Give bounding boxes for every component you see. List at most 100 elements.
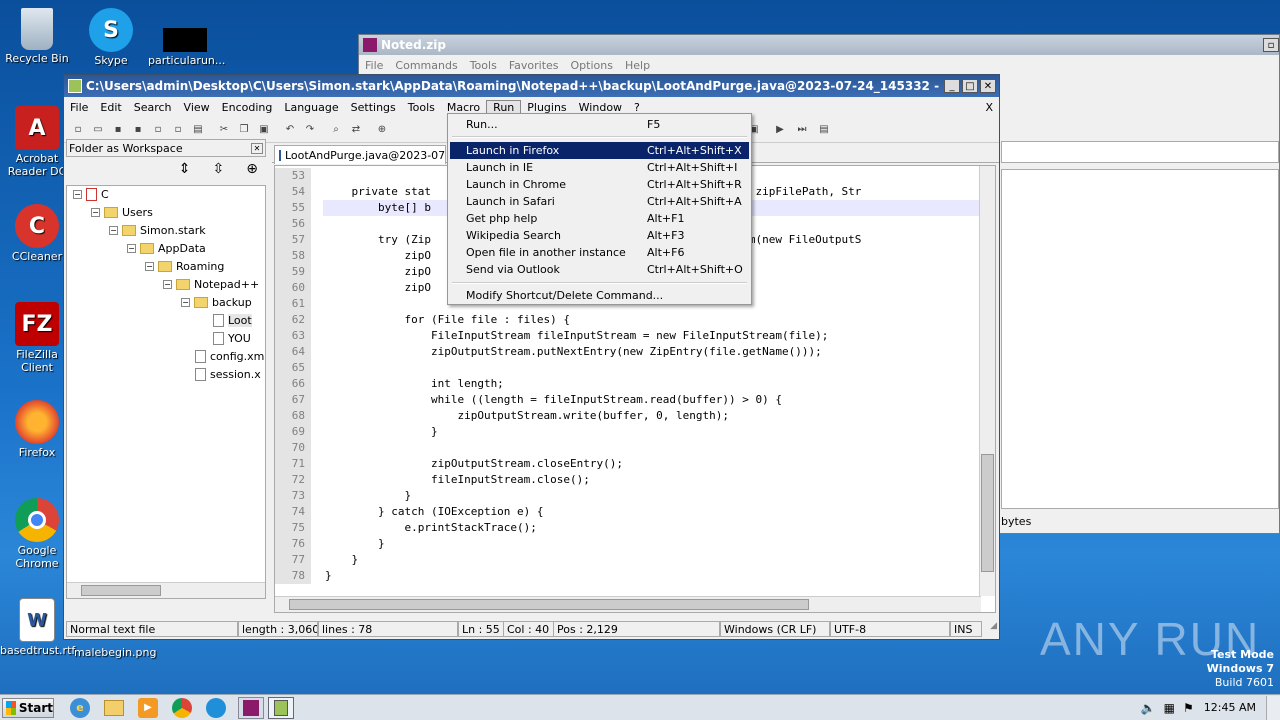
resize-grip-icon[interactable]: ◢ bbox=[982, 621, 997, 637]
winrar-address-bar[interactable] bbox=[1001, 141, 1279, 163]
menu-plugins[interactable]: Plugins bbox=[521, 101, 572, 114]
collapse-icon[interactable]: − bbox=[109, 226, 118, 235]
run-menu-item-wikipedia[interactable]: Wikipedia Search Alt+F3 bbox=[450, 227, 749, 244]
new-file-icon[interactable]: ▫ bbox=[68, 121, 88, 139]
collapse-icon[interactable]: − bbox=[181, 298, 190, 307]
chrome-taskbar-icon[interactable] bbox=[172, 697, 192, 718]
clock[interactable]: 12:45 AM bbox=[1204, 701, 1256, 714]
tree-node-you[interactable]: YOU bbox=[213, 332, 251, 345]
menu-view[interactable]: View bbox=[178, 101, 216, 114]
scroll-thumb[interactable] bbox=[981, 454, 994, 572]
volume-icon[interactable]: 🔈 bbox=[1141, 701, 1156, 715]
scroll-thumb[interactable] bbox=[81, 585, 161, 596]
close-button[interactable]: ✕ bbox=[980, 79, 996, 93]
menu-macro[interactable]: Macro bbox=[441, 101, 486, 114]
run-menu-item[interactable]: Run... F5 bbox=[450, 116, 749, 133]
menu-edit[interactable]: Edit bbox=[94, 101, 127, 114]
close-document-button[interactable]: X bbox=[979, 101, 999, 114]
run-menu-item-another-instance[interactable]: Open file in another instance Alt+F6 bbox=[450, 244, 749, 261]
collapse-all-icon[interactable]: ⇳ bbox=[213, 161, 225, 177]
collapse-icon[interactable]: − bbox=[73, 190, 82, 199]
copy-icon[interactable]: ❐ bbox=[234, 121, 254, 139]
run-menu-item-safari[interactable]: Launch in Safari Ctrl+Alt+Shift+A bbox=[450, 193, 749, 210]
winrar-menu-favorites[interactable]: Favorites bbox=[503, 59, 565, 72]
tab-lootandpurge[interactable]: LootAndPurge.java@2023-07-24 bbox=[274, 145, 446, 164]
locate-current-file-icon[interactable]: ⊕ bbox=[246, 161, 258, 177]
run-menu-item-outlook[interactable]: Send via Outlook Ctrl+Alt+Shift+O bbox=[450, 261, 749, 278]
menu-language[interactable]: Language bbox=[278, 101, 344, 114]
notepadpp-taskbar-icon[interactable] bbox=[268, 696, 294, 719]
tree-node-simon[interactable]: − Simon.stark bbox=[109, 224, 206, 237]
menu-window[interactable]: Window bbox=[573, 101, 628, 114]
winrar-menu-commands[interactable]: Commands bbox=[389, 59, 463, 72]
winrar-menu-tools[interactable]: Tools bbox=[464, 59, 503, 72]
tree-hscrollbar[interactable] bbox=[67, 582, 265, 598]
undo-icon[interactable]: ↶ bbox=[280, 121, 300, 139]
collapse-icon[interactable]: − bbox=[127, 244, 136, 253]
desktop-icon-skype[interactable]: S Skype bbox=[74, 8, 148, 67]
redo-icon[interactable]: ↷ bbox=[300, 121, 320, 139]
run-menu-item-chrome[interactable]: Launch in Chrome Ctrl+Alt+Shift+R bbox=[450, 176, 749, 193]
menu-tools[interactable]: Tools bbox=[402, 101, 441, 114]
winrar-menu-help[interactable]: Help bbox=[619, 59, 656, 72]
tree-node-backup[interactable]: − backup bbox=[181, 296, 252, 309]
ie-taskbar-icon[interactable]: e bbox=[70, 697, 90, 718]
winrar-titlebar[interactable]: Noted.zip ▫ bbox=[359, 35, 1279, 55]
tree-node-config[interactable]: config.xm bbox=[195, 350, 264, 363]
tree-node-users[interactable]: − Users bbox=[91, 206, 153, 219]
show-desktop-button[interactable] bbox=[1266, 695, 1280, 720]
tree-node-loot[interactable]: Loot bbox=[213, 314, 252, 327]
tree-node-roaming[interactable]: − Roaming bbox=[145, 260, 224, 273]
tree-node-c[interactable]: − C bbox=[73, 188, 109, 201]
collapse-icon[interactable]: − bbox=[163, 280, 172, 289]
run-menu-item-ie[interactable]: Launch in IE Ctrl+Alt+Shift+I bbox=[450, 159, 749, 176]
winrar-menu-file[interactable]: File bbox=[359, 59, 389, 72]
winrar-taskbar-icon[interactable] bbox=[238, 696, 264, 719]
menu-encoding[interactable]: Encoding bbox=[216, 101, 279, 114]
macro-run-multiple-icon[interactable]: ⏭ bbox=[792, 121, 812, 139]
editor-vscrollbar[interactable] bbox=[979, 166, 995, 596]
collapse-icon[interactable]: − bbox=[91, 208, 100, 217]
editor-hscrollbar[interactable] bbox=[275, 596, 981, 612]
expand-all-icon[interactable]: ⇕ bbox=[179, 161, 191, 177]
edge-taskbar-icon[interactable] bbox=[206, 697, 226, 718]
panel-close-icon[interactable]: ✕ bbox=[251, 142, 263, 154]
save-icon[interactable]: ▪ bbox=[108, 121, 128, 139]
find-icon[interactable]: ⌕ bbox=[326, 121, 346, 139]
maximize-button[interactable]: □ bbox=[962, 79, 978, 93]
scroll-thumb[interactable] bbox=[289, 599, 809, 610]
notepadpp-titlebar[interactable]: C:\Users\admin\Desktop\C\Users\Simon.sta… bbox=[64, 75, 999, 97]
replace-icon[interactable]: ⇄ bbox=[346, 121, 366, 139]
tree-node-appdata[interactable]: − AppData bbox=[127, 242, 206, 255]
open-file-icon[interactable]: ▭ bbox=[88, 121, 108, 139]
tree-node-session[interactable]: session.x bbox=[195, 368, 261, 381]
action-center-flag-icon[interactable]: ⚑ bbox=[1183, 701, 1194, 715]
print-icon[interactable]: ▤ bbox=[188, 121, 208, 139]
start-button[interactable]: Start bbox=[2, 697, 54, 718]
winrar-file-list[interactable] bbox=[1001, 169, 1279, 509]
winrar-menu-options[interactable]: Options bbox=[565, 59, 619, 72]
zoom-in-icon[interactable]: ⊕ bbox=[372, 121, 392, 139]
close-file-icon[interactable]: ▫ bbox=[148, 121, 168, 139]
save-all-icon[interactable]: ▪ bbox=[128, 121, 148, 139]
macro-play-icon[interactable]: ▶ bbox=[770, 121, 790, 139]
menu-file[interactable]: File bbox=[64, 101, 94, 114]
menu-search[interactable]: Search bbox=[128, 101, 178, 114]
collapse-icon[interactable]: − bbox=[145, 262, 154, 271]
explorer-taskbar-icon[interactable] bbox=[104, 699, 124, 716]
folder-tree[interactable]: − C − Users − Simon.stark − AppData − Roaming… bbox=[66, 185, 266, 599]
desktop-icon-malebegin[interactable]: malebegin.png bbox=[74, 646, 156, 659]
run-menu-item-firefox[interactable]: Launch in Firefox Ctrl+Alt+Shift+X bbox=[450, 142, 749, 159]
paste-icon[interactable]: ▣ bbox=[254, 121, 274, 139]
minimize-button[interactable]: _ bbox=[944, 79, 960, 93]
winrar-restore-button[interactable]: ▫ bbox=[1263, 38, 1279, 52]
network-icon[interactable]: ▦ bbox=[1164, 701, 1175, 715]
desktop-icon-particularun[interactable]: particularun... bbox=[148, 8, 225, 67]
run-menu-item-php-help[interactable]: Get php help Alt+F1 bbox=[450, 210, 749, 227]
media-player-taskbar-icon[interactable]: ▶ bbox=[138, 697, 158, 718]
close-all-icon[interactable]: ▫ bbox=[168, 121, 188, 139]
menu-settings[interactable]: Settings bbox=[345, 101, 402, 114]
desktop-icon-recycle-bin[interactable]: Recycle Bin bbox=[0, 8, 74, 65]
menu-help[interactable]: ? bbox=[628, 101, 646, 114]
tree-node-notepadpp[interactable]: − Notepad++ bbox=[163, 278, 259, 291]
